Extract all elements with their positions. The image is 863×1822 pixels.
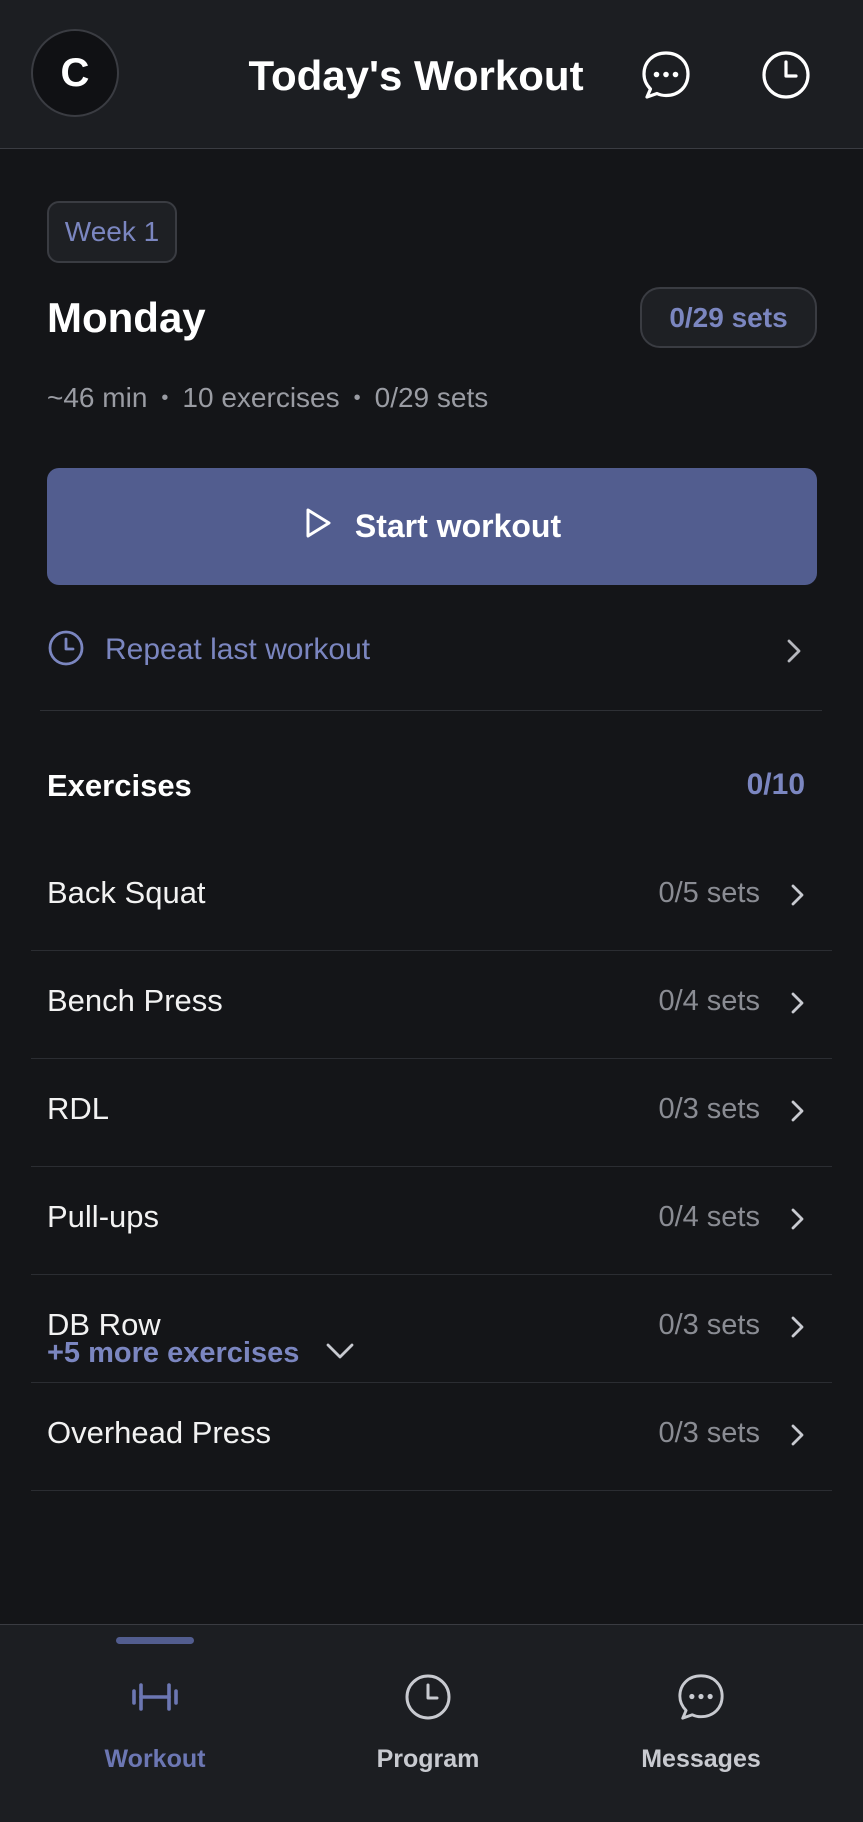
exercise-count-text: 10 exercises <box>182 382 340 413</box>
exercise-row-rdl[interactable]: RDL 0/3 sets <box>31 1059 832 1167</box>
exercise-row-pull-ups[interactable]: Pull-ups 0/4 sets <box>31 1167 832 1275</box>
repeat-last-workout-label: Repeat last workout <box>105 633 371 666</box>
chevron-right-icon <box>790 883 806 912</box>
chat-bubble-icon[interactable] <box>638 47 694 103</box>
chevron-down-icon <box>325 1341 355 1366</box>
section-divider <box>40 710 822 711</box>
chevron-right-icon <box>790 1315 806 1344</box>
start-workout-button[interactable]: Start workout <box>47 468 817 585</box>
tab-program[interactable]: Program <box>328 1669 528 1789</box>
chevron-right-icon <box>790 1099 806 1128</box>
exercise-sets: 0/3 sets <box>658 1093 760 1125</box>
exercises-heading: Exercises <box>47 768 192 803</box>
sets-progress-text: 0/29 sets <box>374 382 489 413</box>
day-title: Monday <box>47 294 206 341</box>
exercise-sets: 0/3 sets <box>658 1417 760 1449</box>
exercise-row-overhead-press[interactable]: Overhead Press 0/3 sets <box>31 1383 832 1491</box>
bottom-tab-bar: Workout Program Messages <box>0 1624 863 1822</box>
exercise-sets: 0/5 sets <box>658 877 760 909</box>
play-icon <box>303 507 333 547</box>
tab-workout[interactable]: Workout <box>55 1669 255 1789</box>
chevron-right-icon <box>790 1207 806 1236</box>
separator-dot: • <box>353 386 361 409</box>
exercise-row-back-squat[interactable]: Back Squat 0/5 sets <box>31 843 832 951</box>
exercise-sets: 0/4 sets <box>658 985 760 1017</box>
exercise-name: Back Squat <box>47 875 206 910</box>
app-header: C Today's Workout <box>0 0 863 149</box>
more-exercises-toggle[interactable]: +5 more exercises <box>47 1337 355 1370</box>
exercise-row-bench-press[interactable]: Bench Press 0/4 sets <box>31 951 832 1059</box>
exercise-name: Overhead Press <box>47 1415 271 1450</box>
dumbbell-icon <box>55 1669 255 1725</box>
exercise-name: Bench Press <box>47 983 223 1018</box>
sets-badge: 0/29 sets <box>640 287 817 348</box>
clock-icon[interactable] <box>758 47 814 103</box>
tab-label: Messages <box>641 1745 761 1773</box>
tab-messages[interactable]: Messages <box>601 1669 801 1789</box>
exercise-list: Back Squat 0/5 sets Bench Press 0/4 sets… <box>31 843 832 1491</box>
exercise-name: Pull-ups <box>47 1199 159 1234</box>
chevron-right-icon <box>785 638 803 669</box>
exercise-sets: 0/4 sets <box>658 1201 760 1233</box>
chevron-right-icon <box>790 1423 806 1452</box>
start-workout-label: Start workout <box>354 508 562 544</box>
week-badge: Week 1 <box>47 201 177 263</box>
tab-label: Program <box>376 1745 480 1773</box>
exercise-name: RDL <box>47 1091 110 1126</box>
repeat-last-workout-row[interactable]: Repeat last workout <box>47 620 817 680</box>
more-exercises-label: +5 more exercises <box>47 1337 300 1369</box>
exercise-sets: 0/3 sets <box>658 1309 760 1341</box>
chevron-right-icon <box>790 991 806 1020</box>
exercises-count: 0/10 <box>746 768 805 801</box>
chat-bubble-icon <box>601 1669 801 1725</box>
separator-dot: • <box>161 386 169 409</box>
history-clock-icon <box>47 629 85 672</box>
clock-icon <box>328 1669 528 1725</box>
workout-meta: ~46 min • 10 exercises • 0/29 sets <box>47 382 488 414</box>
duration-text: ~46 min <box>47 382 148 413</box>
tab-label: Workout <box>104 1745 206 1773</box>
active-tab-indicator <box>116 1637 194 1644</box>
page-title: Today's Workout <box>248 52 584 99</box>
